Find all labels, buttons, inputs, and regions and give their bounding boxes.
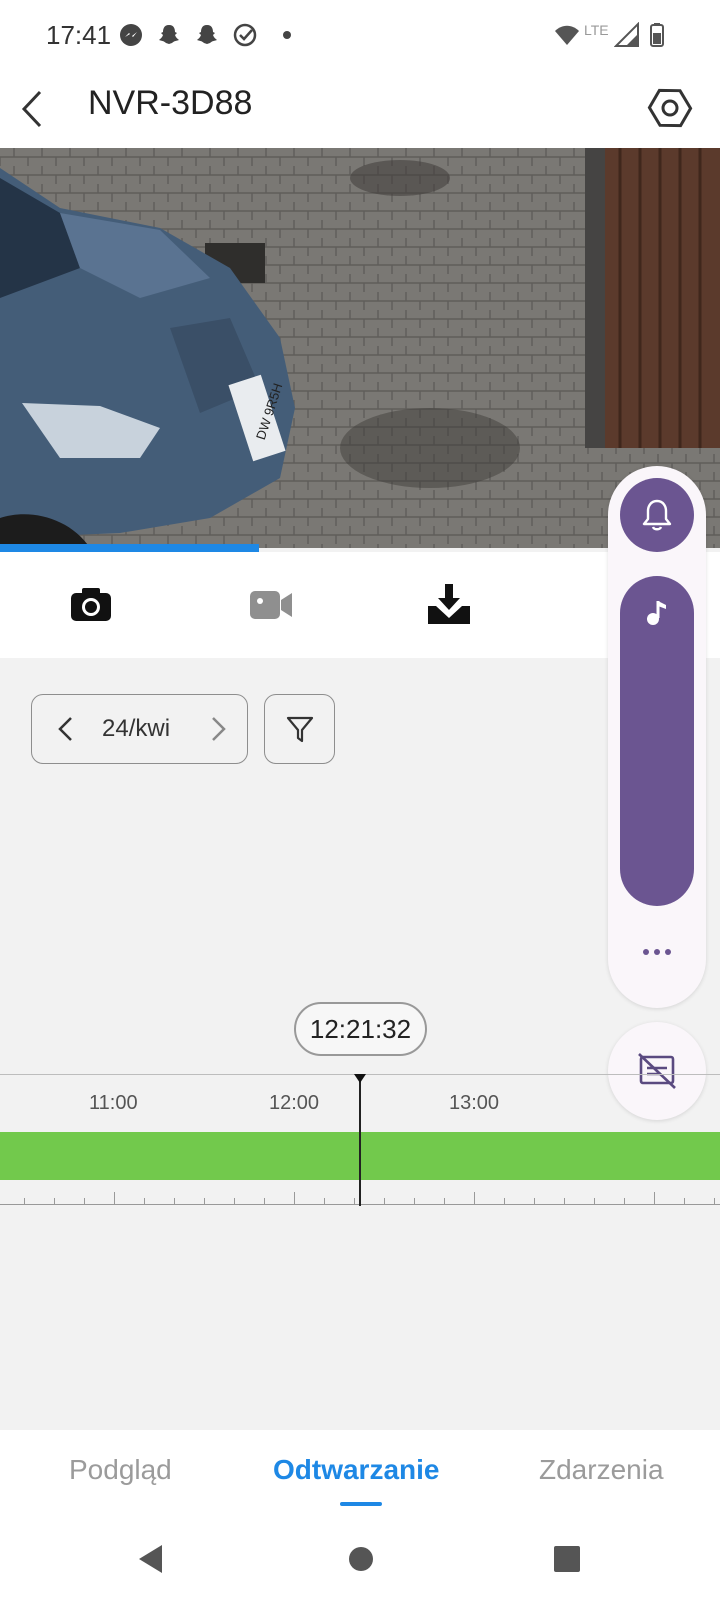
timeline-cursor-head <box>354 1074 366 1083</box>
snapchat-icon <box>159 25 179 44</box>
wifi-icon <box>555 25 579 45</box>
timeline-tick <box>54 1198 55 1204</box>
network-type: LTE <box>584 22 609 38</box>
floating-controls-panel <box>608 466 706 1008</box>
timeline-tick <box>534 1198 535 1204</box>
status-bar: 17:41 LTE <box>0 0 720 70</box>
page-title: NVR-3D88 <box>88 84 253 122</box>
app-header: NVR-3D88 <box>0 70 720 148</box>
date-selector: 24/kwi <box>31 694 248 764</box>
timeline-tick <box>474 1192 475 1204</box>
current-time-bubble: 12:21:32 <box>294 1002 427 1056</box>
music-note-icon <box>647 601 666 625</box>
timeline-tick <box>654 1192 655 1204</box>
date-next-button[interactable] <box>200 712 234 746</box>
back-button[interactable] <box>8 84 58 134</box>
hexagon-settings-icon[interactable] <box>644 82 696 134</box>
timeline-tick <box>174 1198 175 1204</box>
nav-home-icon[interactable] <box>346 1542 376 1576</box>
timeline-tick <box>294 1192 295 1204</box>
check-circle-icon <box>233 23 257 47</box>
snapchat-icon <box>197 25 217 44</box>
status-time: 17:41 <box>46 20 112 50</box>
timeline-tick <box>114 1192 115 1204</box>
active-tab-indicator <box>340 1502 382 1506</box>
timeline-tick-label: 11:00 <box>89 1092 138 1114</box>
record-video-icon[interactable] <box>246 582 296 628</box>
timeline-tick <box>354 1198 355 1204</box>
timeline-tick <box>204 1198 205 1204</box>
alarm-button[interactable] <box>620 478 694 552</box>
system-nav-bar <box>0 1520 720 1600</box>
timeline-tick <box>324 1198 325 1204</box>
timeline-tick <box>384 1198 385 1204</box>
nav-back-icon[interactable] <box>136 1542 166 1576</box>
battery-icon <box>650 23 664 47</box>
playback-progress-fill <box>0 544 260 552</box>
timeline-tick <box>444 1198 445 1204</box>
video-player[interactable]: DW 9R5H <box>0 148 720 548</box>
camera-feed-image: DW 9R5H <box>0 148 720 548</box>
subtitles-off-button[interactable] <box>608 1022 706 1120</box>
filter-icon <box>286 716 314 743</box>
subtitles-off-icon <box>638 1053 676 1089</box>
timeline-tick <box>684 1198 685 1204</box>
timeline-tick-label: 12:00 <box>269 1092 320 1114</box>
timeline-tick <box>594 1198 595 1204</box>
tab-playback[interactable]: Odtwarzanie <box>273 1454 439 1486</box>
snapshot-icon[interactable] <box>66 582 116 628</box>
timeline-tick <box>24 1198 25 1204</box>
timeline-tick <box>414 1198 415 1204</box>
dot-icon <box>283 31 291 39</box>
bell-icon <box>642 499 672 531</box>
timeline-cursor[interactable] <box>359 1078 361 1206</box>
filter-button[interactable] <box>264 694 335 764</box>
tab-preview[interactable]: Podgląd <box>69 1454 172 1486</box>
timeline-tick-label: 13:00 <box>449 1092 500 1114</box>
timeline-tick <box>264 1198 265 1204</box>
download-icon[interactable] <box>424 582 474 628</box>
bottom-tab-bar: Podgląd Odtwarzanie Zdarzenia <box>0 1430 720 1520</box>
timeline-tick <box>624 1198 625 1204</box>
timeline-tick <box>234 1198 235 1204</box>
messenger-icon <box>120 24 142 46</box>
timeline-tick <box>144 1198 145 1204</box>
timeline-tick <box>714 1198 715 1204</box>
volume-slider[interactable] <box>620 576 694 906</box>
date-label[interactable]: 24/kwi <box>102 715 170 743</box>
date-prev-button[interactable] <box>50 712 84 746</box>
timeline-tick <box>84 1198 85 1204</box>
nav-recents-icon[interactable] <box>552 1542 582 1576</box>
more-options-icon[interactable] <box>632 932 682 972</box>
signal-icon <box>614 22 639 47</box>
timeline-tick <box>564 1198 565 1204</box>
tab-events[interactable]: Zdarzenia <box>539 1454 664 1486</box>
timeline-tick <box>504 1198 505 1204</box>
